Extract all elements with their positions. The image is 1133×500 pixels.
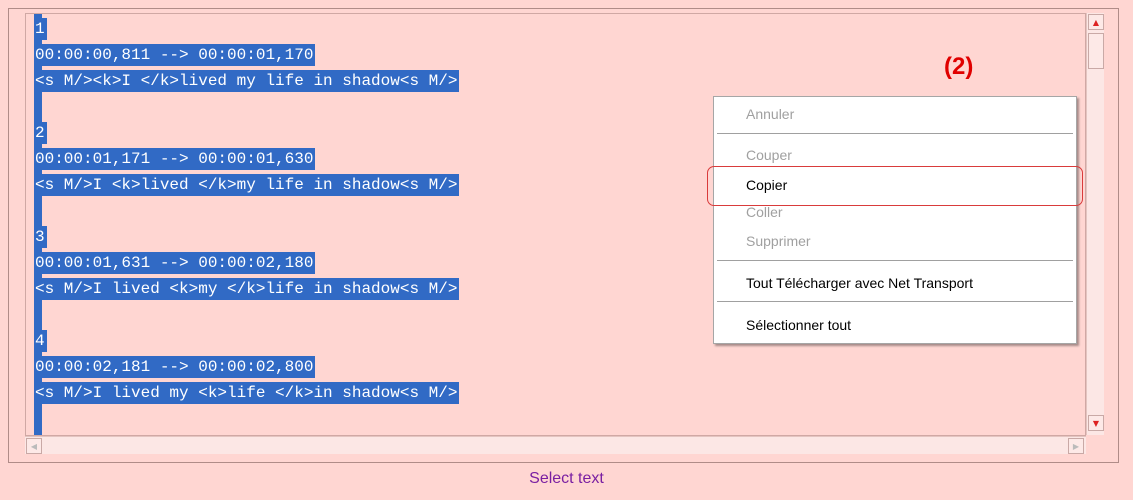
subtitle-line[interactable]: 2 — [34, 122, 47, 144]
arrow-left-icon: ◀ — [30, 441, 38, 451]
subtitle-line[interactable]: 3 — [34, 226, 47, 248]
scroll-right-button[interactable]: ▶ — [1068, 438, 1084, 454]
vertical-scrollbar[interactable]: ▲ ▼ — [1086, 13, 1104, 435]
menu-separator — [717, 301, 1073, 303]
step-callout: (2) — [944, 53, 974, 80]
subtitle-line[interactable]: 00:00:01,631 --> 00:00:02,180 — [34, 252, 316, 274]
menu-separator — [717, 133, 1073, 135]
subtitle-line[interactable] — [34, 304, 37, 326]
arrow-up-icon: ▲ — [1092, 17, 1100, 27]
subtitle-line[interactable] — [34, 408, 37, 430]
subtitle-line[interactable] — [34, 200, 37, 222]
subtitle-line[interactable]: <s M/>I lived my <k>life </k>in shadow<s… — [34, 382, 460, 404]
subtitle-line[interactable]: 4 — [34, 330, 47, 352]
copy-highlight-outline — [707, 166, 1083, 206]
scroll-corner — [1086, 436, 1104, 454]
subtitle-line[interactable]: 1 — [34, 18, 47, 40]
subtitle-line[interactable]: 00:00:00,811 --> 00:00:01,170 — [34, 44, 316, 66]
subtitle-line[interactable]: <s M/><k>I </k>lived my life in shadow<s… — [34, 70, 460, 92]
arrow-right-icon: ▶ — [1072, 441, 1080, 451]
subtitle-line[interactable]: 00:00:02,181 --> 00:00:02,800 — [34, 356, 316, 378]
subtitle-line[interactable]: 00:00:01,171 --> 00:00:01,630 — [34, 148, 316, 170]
subtitle-line[interactable] — [34, 96, 37, 118]
menu-item-undo[interactable]: Annuler — [746, 104, 794, 124]
scroll-up-button[interactable]: ▲ — [1088, 14, 1104, 30]
arrow-down-icon: ▼ — [1092, 418, 1100, 428]
menu-item-delete[interactable]: Supprimer — [746, 231, 811, 251]
menu-item-cut[interactable]: Couper — [746, 145, 792, 165]
menu-item-select-all[interactable]: Sélectionner tout — [746, 315, 851, 335]
menu-item-download-all[interactable]: Tout Télécharger avec Net Transport — [746, 273, 973, 293]
status-text: Select text — [529, 470, 604, 487]
scroll-left-button[interactable]: ◀ — [26, 438, 42, 454]
scroll-down-button[interactable]: ▼ — [1088, 415, 1104, 431]
context-menu: Annuler Couper Copier Coller Supprimer T… — [707, 96, 1083, 344]
scroll-thumb[interactable] — [1088, 33, 1104, 69]
menu-separator — [717, 260, 1073, 262]
horizontal-scrollbar[interactable]: ◀ ▶ — [25, 436, 1086, 454]
subtitle-line[interactable]: <s M/>I <k>lived </k>my life in shadow<s… — [34, 174, 460, 196]
subtitle-line[interactable]: <s M/>I lived <k>my </k>life in shadow<s… — [34, 278, 460, 300]
